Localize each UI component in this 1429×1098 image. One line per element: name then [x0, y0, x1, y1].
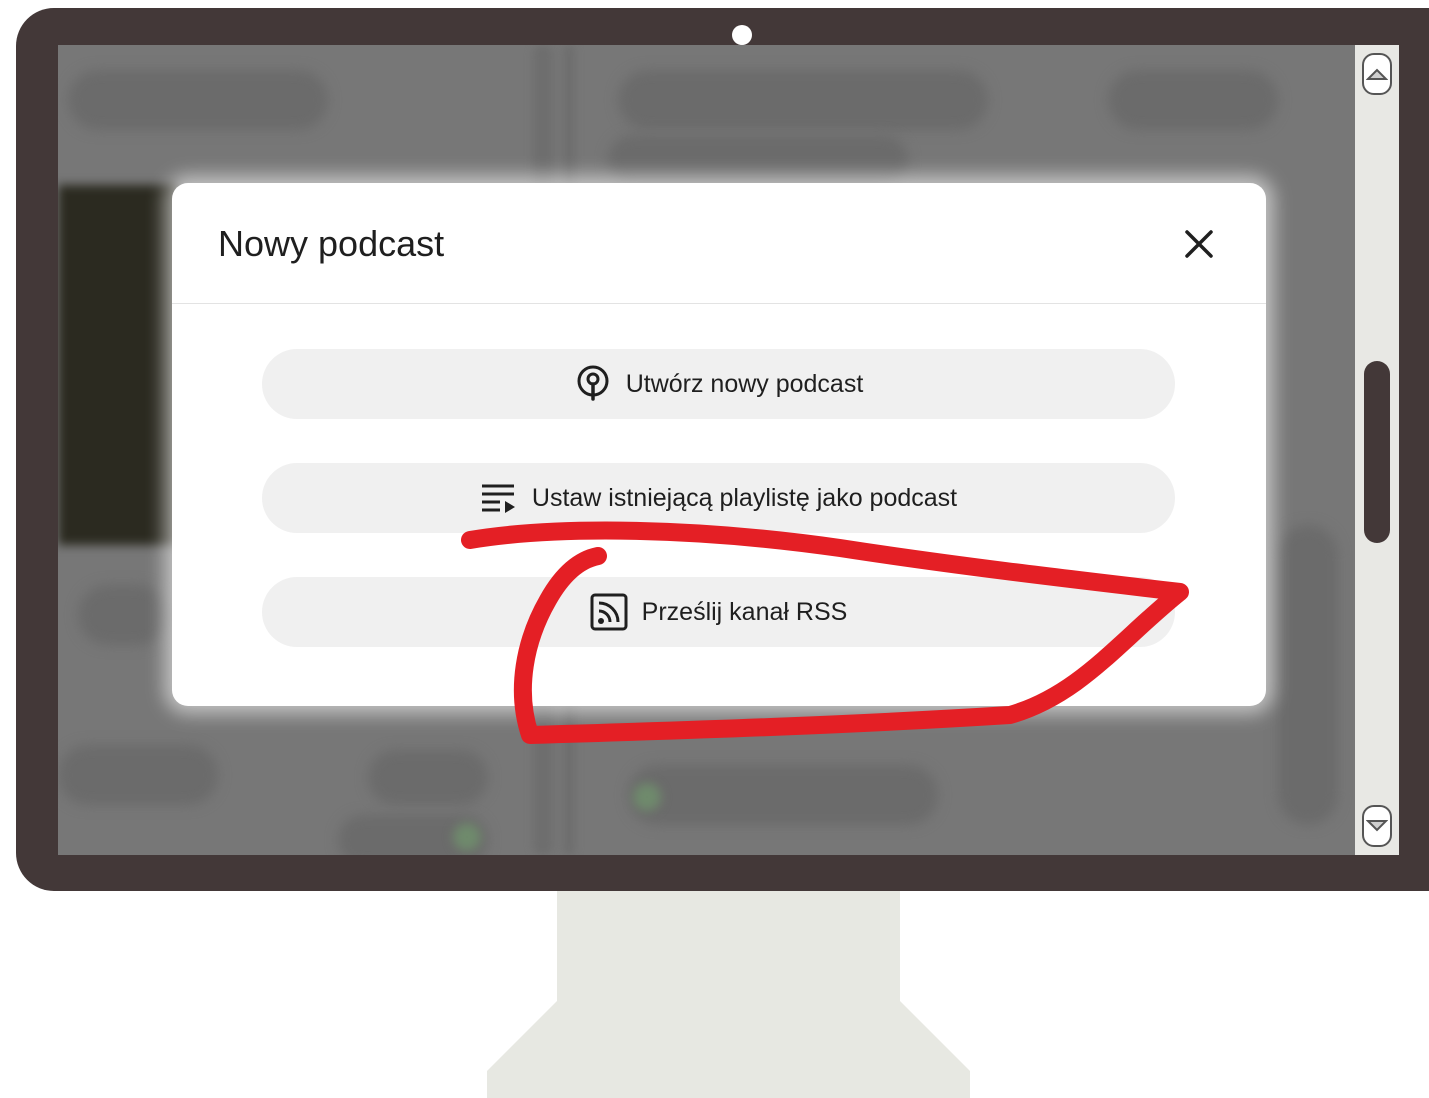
rss-feed-icon — [590, 593, 628, 631]
background-blur — [58, 745, 218, 805]
scroll-thumb[interactable] — [1364, 361, 1390, 543]
chevron-up-icon — [1366, 68, 1388, 80]
close-icon — [1185, 230, 1213, 258]
submit-rss-feed-label: Prześlij kanał RSS — [641, 597, 848, 626]
set-playlist-as-podcast-button[interactable]: Ustaw istniejącą playlistę jako podcast — [262, 463, 1175, 533]
scrollbar[interactable] — [1355, 45, 1399, 855]
monitor-stand-base — [487, 1001, 970, 1098]
create-new-podcast-label: Utwórz nowy podcast — [625, 369, 864, 398]
background-blur — [368, 750, 488, 805]
new-podcast-dialog: Nowy podcast Utwórz nowy podcast Ustaw i… — [172, 183, 1266, 706]
background-blur — [1278, 525, 1338, 825]
dialog-title: Nowy podcast — [218, 223, 445, 264]
chevron-down-icon — [1366, 820, 1388, 832]
scroll-down-button[interactable] — [1362, 805, 1392, 847]
background-blur — [608, 135, 908, 185]
background-blur — [1108, 70, 1278, 130]
background-blur — [633, 783, 661, 811]
dialog-header: Nowy podcast — [172, 183, 1266, 304]
scroll-up-button[interactable] — [1362, 53, 1392, 95]
monitor-stand-neck — [557, 891, 900, 1001]
background-blur — [78, 585, 168, 645]
close-button[interactable] — [1176, 221, 1222, 267]
background-blur — [618, 70, 988, 130]
set-playlist-as-podcast-label: Ustaw istniejącą playlistę jako podcast — [531, 483, 958, 512]
create-new-podcast-button[interactable]: Utwórz nowy podcast — [262, 349, 1175, 419]
podcast-icon — [574, 365, 612, 403]
background-blur — [628, 765, 938, 825]
submit-rss-feed-button[interactable]: Prześlij kanał RSS — [262, 577, 1175, 647]
webcam-dot — [732, 25, 752, 45]
playlist-play-icon — [480, 482, 518, 514]
background-blur — [68, 70, 328, 130]
background-blur — [58, 185, 178, 545]
background-blur — [453, 823, 481, 851]
